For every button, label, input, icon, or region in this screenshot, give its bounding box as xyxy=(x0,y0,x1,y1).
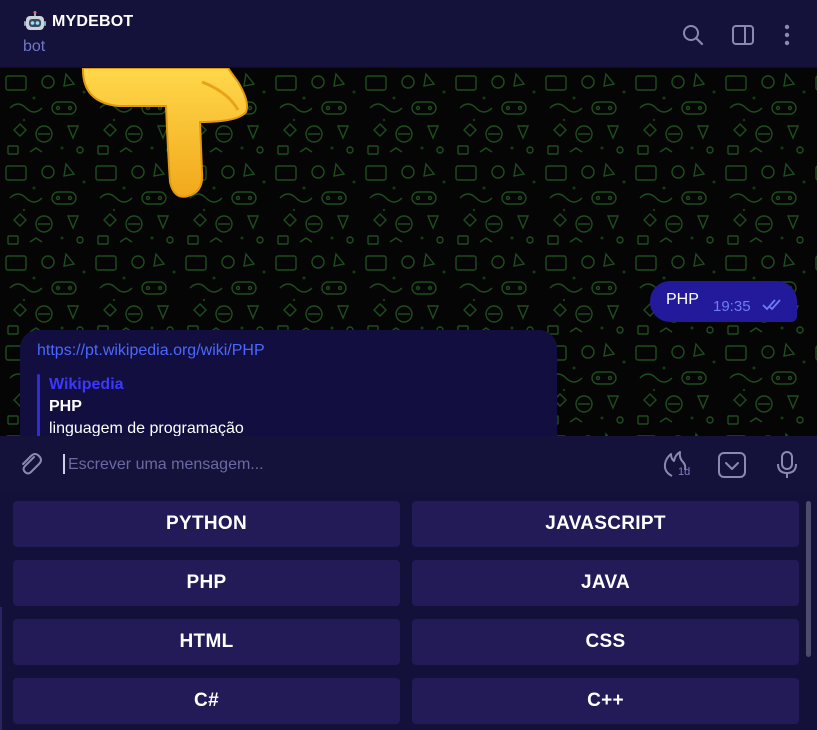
message-text: PHP xyxy=(666,291,699,308)
link-preview-site-name: Wikipedia xyxy=(49,376,124,393)
message-time: 19:35 xyxy=(713,298,751,315)
outgoing-message-bubble[interactable]: PHP 19:35 xyxy=(650,281,797,322)
double-check-icon xyxy=(762,299,781,311)
chat-title: MYDEBOT xyxy=(52,13,134,30)
keyboard-button-python[interactable]: PYTHON xyxy=(13,501,400,547)
bot-reply-keyboard: PYTHON JAVASCRIPT PHP JAVA HTML CSS C# C… xyxy=(0,492,817,730)
more-vertical-icon[interactable] xyxy=(774,22,800,48)
timer-label: 1d xyxy=(678,466,691,478)
link-preview-title: PHP xyxy=(49,398,82,415)
keyboard-button-cpp[interactable]: C++ xyxy=(412,678,799,724)
text-caret xyxy=(63,454,65,474)
keyboard-button-html[interactable]: HTML xyxy=(13,619,400,665)
chat-subtitle: bot xyxy=(23,38,46,55)
keyboard-button-java[interactable]: JAVA xyxy=(412,560,799,606)
left-edge-divider xyxy=(0,607,2,730)
pointing-down-emoji-icon xyxy=(81,68,248,198)
sidebar-toggle-icon[interactable] xyxy=(730,22,756,48)
message-input[interactable] xyxy=(66,450,630,480)
keyboard-button-csharp[interactable]: C# xyxy=(13,678,400,724)
paperclip-icon[interactable] xyxy=(16,450,44,478)
robot-emoji-icon xyxy=(24,11,46,30)
search-icon[interactable] xyxy=(680,22,706,48)
microphone-icon[interactable] xyxy=(773,450,801,480)
chat-title-row[interactable]: MYDEBOT xyxy=(24,11,133,33)
link-preview-accent-bar xyxy=(37,374,40,436)
bot-keyboard-icon[interactable] xyxy=(718,450,746,480)
chat-messages-area[interactable]: PHP 19:35 https://pt.wikipedia.org/wiki/… xyxy=(0,68,817,436)
incoming-message-bubble[interactable]: https://pt.wikipedia.org/wiki/PHP Wikipe… xyxy=(20,330,557,436)
link-preview-description: linguagem de programação xyxy=(49,420,244,436)
message-composer xyxy=(0,436,817,492)
keyboard-button-css[interactable]: CSS xyxy=(412,619,799,665)
keyboard-scrollbar[interactable] xyxy=(806,501,811,657)
chat-header: MYDEBOT bot xyxy=(0,0,817,68)
keyboard-button-javascript[interactable]: JAVASCRIPT xyxy=(412,501,799,547)
keyboard-button-php[interactable]: PHP xyxy=(13,560,400,606)
message-link[interactable]: https://pt.wikipedia.org/wiki/PHP xyxy=(37,342,265,360)
